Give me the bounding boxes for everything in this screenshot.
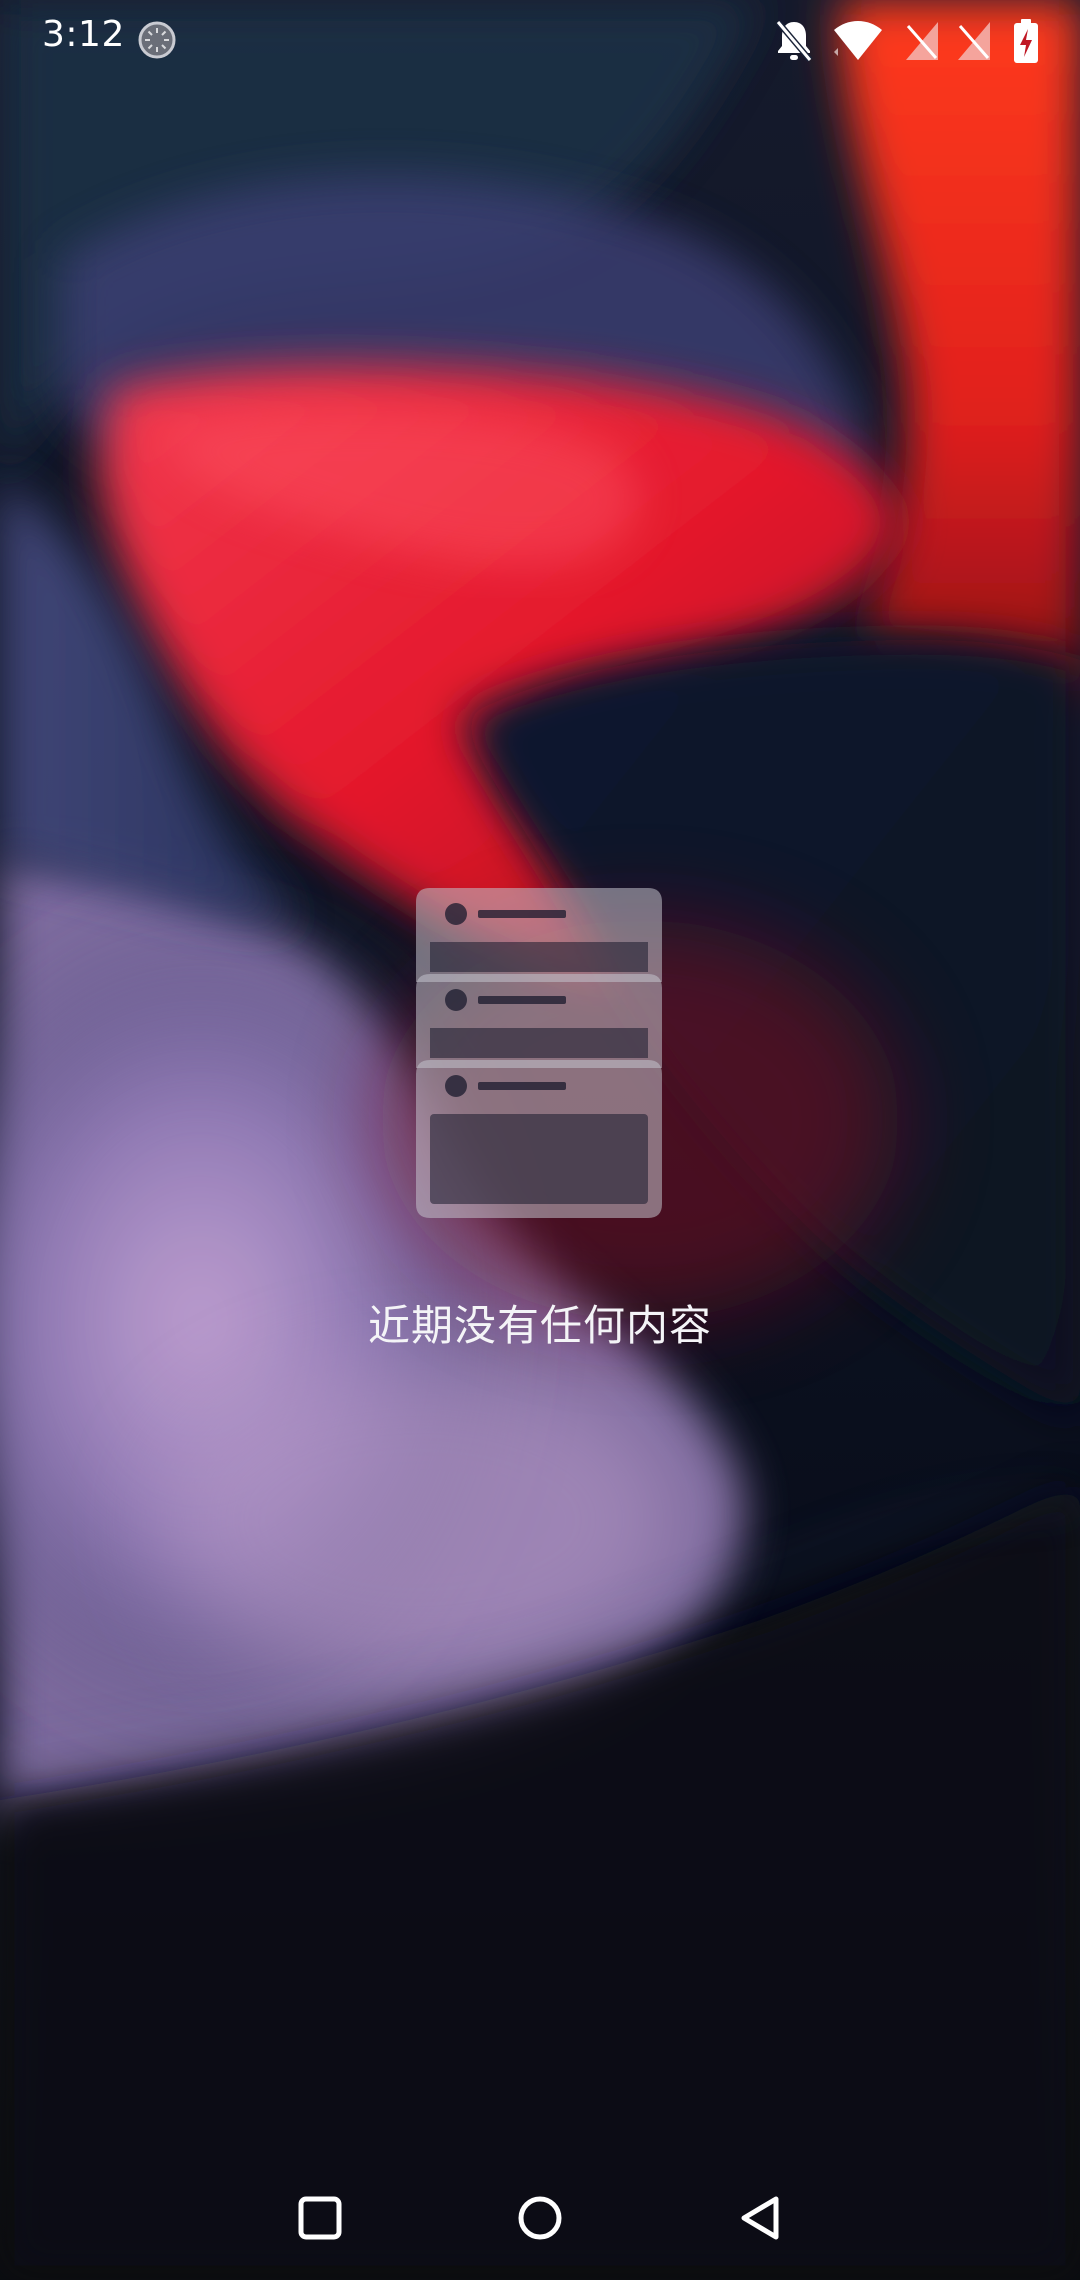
recents-square-icon [298, 2196, 342, 2244]
navigation-bar [0, 2160, 1080, 2280]
home-button[interactable] [500, 2180, 580, 2260]
status-icons [774, 18, 1044, 64]
status-time: 3:12 [42, 14, 125, 55]
loading-icon [137, 20, 177, 60]
status-bar: 3:12 [0, 0, 1080, 80]
stacked-windows-icon [416, 888, 662, 1218]
back-triangle-icon [738, 2195, 782, 2245]
empty-recents-message: 近期没有任何内容 [367, 1301, 712, 1350]
bell-off-icon [774, 18, 814, 64]
recents-button[interactable] [280, 2180, 360, 2260]
home-circle-icon [517, 2195, 563, 2245]
wifi-icon [832, 18, 884, 64]
sim-1-no-signal-icon [902, 18, 942, 64]
sim-2-no-signal-icon [954, 18, 994, 64]
recents-screen: 3:12 近期没有任何内容 [0, 0, 1080, 2280]
back-button[interactable] [720, 2180, 800, 2260]
battery-charging-icon [1012, 18, 1040, 64]
